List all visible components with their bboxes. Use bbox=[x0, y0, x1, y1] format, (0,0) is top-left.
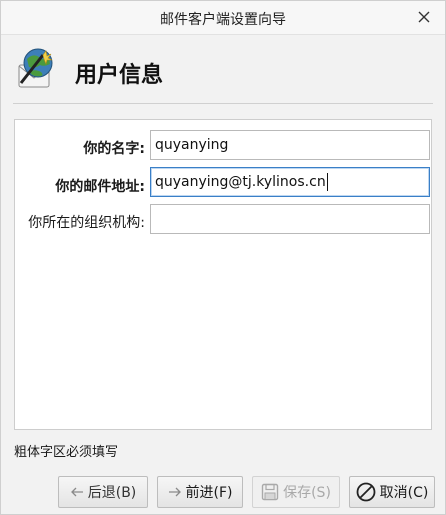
name-field-value: quyanying bbox=[155, 137, 229, 153]
window-title: 邮件客户端设置向导 bbox=[160, 12, 286, 28]
next-button[interactable]: 前进(F) bbox=[157, 476, 243, 508]
header-divider bbox=[13, 103, 433, 104]
back-button[interactable]: 后退(B) bbox=[58, 476, 148, 508]
email-label: 你的邮件地址: bbox=[55, 179, 145, 195]
mail-wizard-icon bbox=[18, 48, 53, 88]
floppy-disk-icon bbox=[261, 483, 279, 501]
wizard-window: 邮件客户端设置向导 用户信息 你的名字: quyanying 你的邮件地址: q… bbox=[0, 0, 446, 515]
organization-field[interactable] bbox=[150, 204, 430, 234]
next-button-label: 前进(F) bbox=[185, 485, 233, 501]
text-caret bbox=[326, 173, 328, 191]
close-icon bbox=[418, 11, 430, 23]
cancel-button-label: 取消(C) bbox=[379, 485, 429, 501]
save-button-label: 保存(S) bbox=[283, 485, 331, 501]
name-label: 你的名字: bbox=[83, 141, 145, 157]
page-header: 用户信息 bbox=[1, 35, 445, 103]
required-fields-note: 粗体字区必须填写 bbox=[14, 445, 119, 460]
email-field[interactable]: quyanying@tj.kylinos.cn bbox=[150, 167, 430, 197]
close-button[interactable] bbox=[412, 5, 436, 29]
email-field-value: quyanying@tj.kylinos.cn bbox=[155, 174, 326, 190]
title-bar: 邮件客户端设置向导 bbox=[1, 1, 445, 35]
name-field[interactable]: quyanying bbox=[150, 130, 430, 160]
page-title: 用户信息 bbox=[75, 63, 164, 88]
back-button-label: 后退(B) bbox=[87, 485, 137, 501]
form-panel: 你的名字: quyanying 你的邮件地址: quyanying@tj.kyl… bbox=[14, 119, 432, 430]
cancel-button[interactable]: 取消(C) bbox=[349, 476, 435, 508]
cancel-icon bbox=[356, 482, 376, 502]
save-button[interactable]: 保存(S) bbox=[252, 476, 340, 508]
arrow-right-icon bbox=[168, 486, 182, 498]
arrow-left-icon bbox=[70, 486, 84, 498]
organization-label: 你所在的组织机构: bbox=[28, 215, 145, 231]
